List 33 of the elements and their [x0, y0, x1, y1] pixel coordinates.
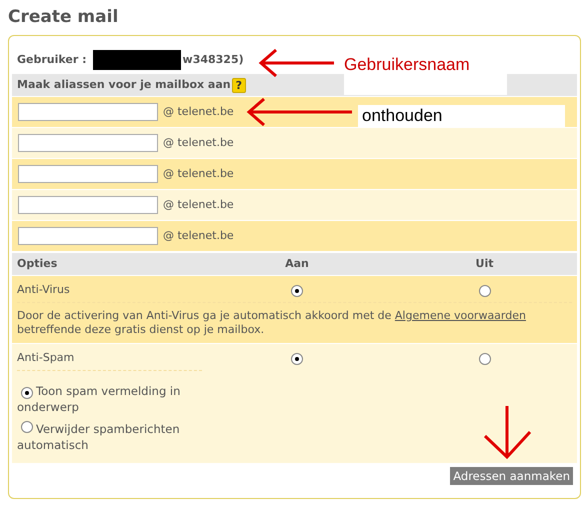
user-id: w348325): [182, 52, 244, 68]
radio-button[interactable]: [291, 353, 303, 365]
domain-label: @ telenet.be: [163, 196, 234, 213]
alias-input[interactable]: [18, 227, 158, 245]
terms-note: Door de activering van Anti-Virus ga je automatisch akkoord met de Algemene voorwaarden betreffende deze gratis dienst op je mailbox.: [16, 308, 527, 338]
domain-label: @ telenet.be: [163, 166, 234, 182]
domain-label: @ telenet.be: [163, 228, 234, 244]
column-header: Opties: [16, 256, 58, 272]
domain-label: @ telenet.be: [163, 134, 234, 151]
alias-input[interactable]: [18, 165, 158, 183]
annotation-text: onthouden: [358, 105, 565, 127]
alias-input[interactable]: [18, 134, 158, 152]
radio-button[interactable]: [478, 285, 490, 297]
help-badge[interactable]: ?: [232, 78, 246, 92]
domain-label: @ telenet.be: [163, 104, 234, 120]
option-name: Anti-Virus: [16, 282, 71, 298]
spam-mode-option[interactable]: Toon spam vermelding in onderwerp: [17, 383, 197, 415]
alias-header-label: Maak aliassen voor je mailbox aan: [17, 76, 231, 93]
alias-input[interactable]: [18, 103, 158, 121]
terms-link[interactable]: Algemene voorwaarden: [394, 309, 526, 322]
radio-button[interactable]: [21, 387, 33, 399]
annotation-text: Gebruikersnaam: [344, 54, 470, 76]
spam-mode-option[interactable]: Verwijder spamberichten automatisch: [17, 421, 197, 453]
create-addresses-button[interactable]: Adressen aanmaken: [450, 467, 573, 485]
column-header: Uit: [474, 256, 494, 272]
alias-input[interactable]: [18, 196, 158, 214]
radio-button[interactable]: [478, 353, 490, 365]
user-label: Gebruiker :: [17, 52, 87, 68]
radio-button[interactable]: [21, 421, 33, 433]
page-title: Create mail: [8, 6, 118, 29]
option-name: Anti-Spam: [16, 350, 76, 366]
radio-button[interactable]: [291, 285, 303, 297]
column-header: Aan: [284, 256, 310, 272]
